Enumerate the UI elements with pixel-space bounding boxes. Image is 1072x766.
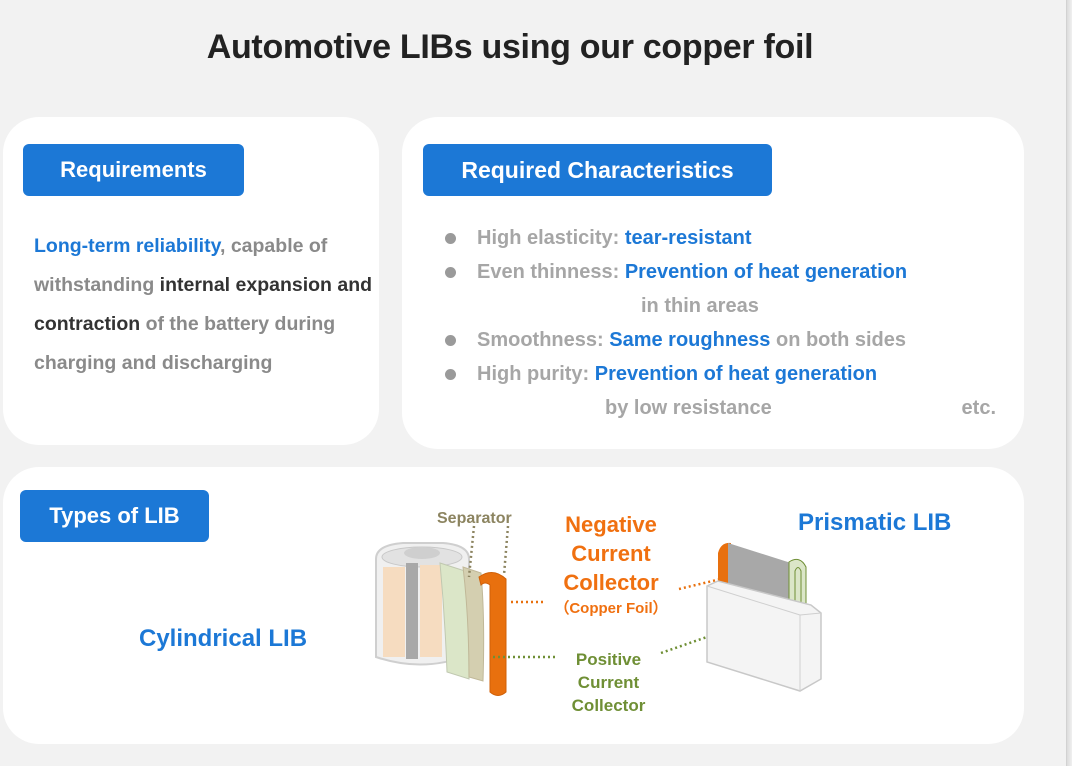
characteristics-heading: Required Characteristics [423,144,772,196]
cylindrical-lib-label: Cylindrical LIB [139,625,308,652]
positive-label-line: Positive [575,650,642,669]
list-item: Even thinness: Prevention of heat genera… [444,255,1004,289]
requirements-highlight: Long-term reliability [34,235,220,257]
list-item: High elasticity: tear-resistant [444,221,1004,255]
separator-label: Separator [437,510,512,527]
positive-label-line: Current [577,673,640,692]
etc-label: etc. [961,397,996,419]
types-card: Types of LIB Cylindrical LIB Prismatic L… [3,467,1024,744]
requirements-card: Requirements Long-term reliability, capa… [3,117,379,445]
item-label: Even thinness: [477,261,625,283]
list-item: Smoothness: Same roughness on both sides [444,323,1004,357]
item-label: High purity: [477,363,595,385]
characteristics-card: Required Characteristics High elasticity… [402,117,1024,449]
item-continuation: by low resistance [605,397,772,419]
negative-label-line: Collector [563,570,659,595]
cylindrical-battery-illustration [375,542,507,696]
negative-label-line: Negative [565,512,657,537]
separator-leader-line-2 [502,525,510,576]
item-label: High elasticity: [477,227,625,249]
item-value: Prevention of heat generation [624,261,908,283]
negative-label-line: Current [571,541,651,566]
bullet-icon [445,267,456,278]
positive-label-line: Collector [571,696,646,715]
bullet-icon [445,335,456,346]
window-divider [1066,0,1072,766]
item-label: Smoothness: [477,329,610,351]
item-continuation: in thin areas [641,295,759,317]
characteristics-list: High elasticity: tear-resistant Even thi… [444,221,1004,425]
negative-collector-label: Negative Current Collector [546,510,676,597]
copper-foil-label: （Copper Foil） [554,600,668,617]
item-continuation-row: by low resistance etc. [444,391,1004,425]
item-value: tear-resistant [624,227,752,249]
item-value: Same roughness [609,329,771,351]
page-title: Automotive LIBs using our copper foil [206,28,814,66]
item-suffix: on both sides [770,329,906,351]
bullet-icon [445,369,456,380]
bullet-icon [445,233,456,244]
positive-collector-label: Positive Current Collector [556,648,661,717]
prismatic-lib-label: Prismatic LIB [798,509,952,536]
list-item: High purity: Prevention of heat generati… [444,357,1004,391]
requirements-heading: Requirements [23,144,244,196]
item-value: Prevention of heat generation [594,363,878,385]
requirements-text: Long-term reliability, capable of withst… [34,227,374,383]
prismatic-battery-illustration [706,542,822,692]
